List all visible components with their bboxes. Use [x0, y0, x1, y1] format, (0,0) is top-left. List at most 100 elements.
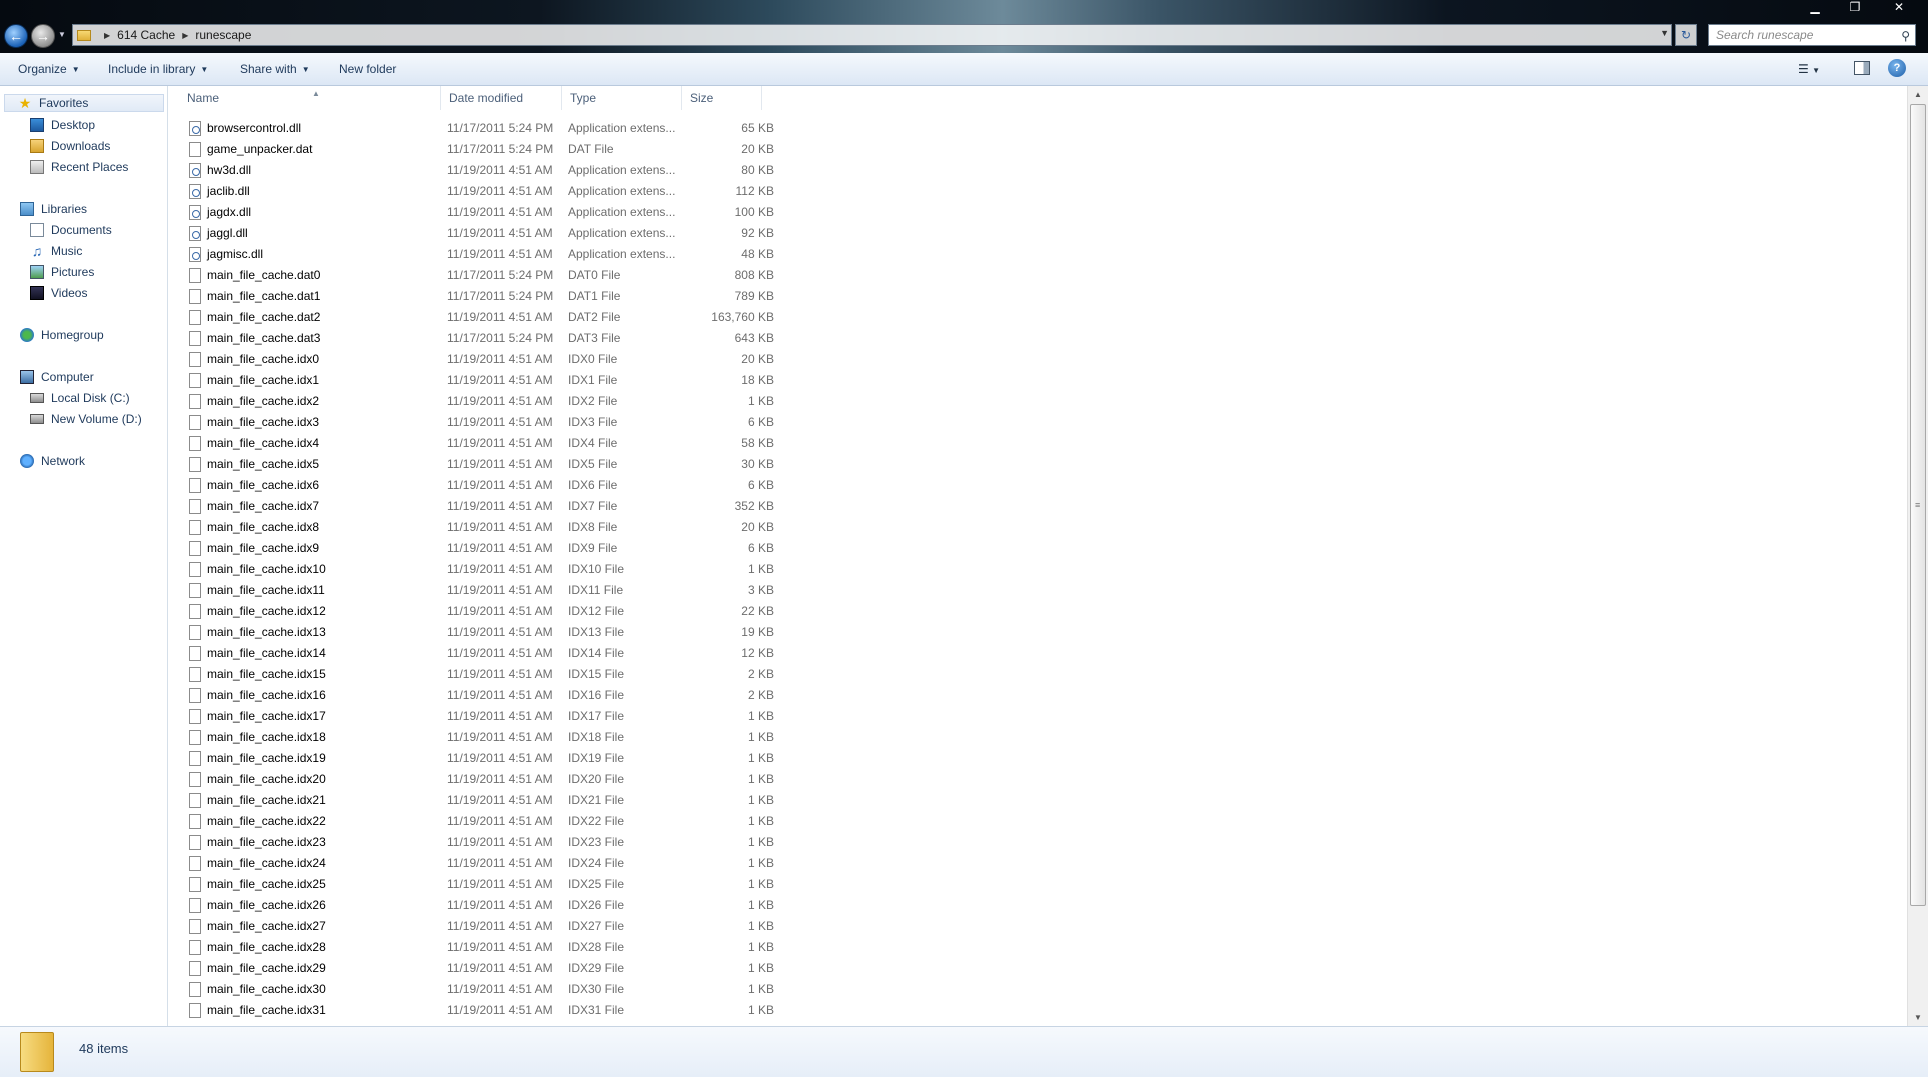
help-button[interactable]: ? — [1888, 59, 1906, 77]
nav-recent-places[interactable]: Recent Places — [30, 158, 128, 176]
file-row[interactable]: main_file_cache.idx23 11/19/2011 4:51 AM I… — [169, 832, 789, 853]
file-row[interactable]: jaclib.dll 11/19/2011 4:51 AM Application … — [169, 181, 789, 202]
file-row[interactable]: main_file_cache.idx30 11/19/2011 4:51 AM I… — [169, 979, 789, 1000]
file-row[interactable]: browsercontrol.dll 11/17/2011 5:24 PM Appl… — [169, 118, 789, 139]
scrollbar-thumb[interactable]: ≡ — [1910, 104, 1926, 906]
file-row[interactable]: main_file_cache.idx2 11/19/2011 4:51 AM ID… — [169, 391, 789, 412]
file-row[interactable]: main_file_cache.idx17 11/19/2011 4:51 AM I… — [169, 706, 789, 727]
nav-music[interactable]: ♫ Music — [30, 242, 83, 260]
minimize-button[interactable]: ▁ — [1796, 0, 1834, 16]
nav-favorites[interactable]: ★ Favorites — [4, 94, 164, 112]
file-size: 1 KB — [747, 730, 774, 744]
file-row[interactable]: main_file_cache.idx4 11/19/2011 4:51 AM ID… — [169, 433, 789, 454]
nav-desktop[interactable]: Desktop — [30, 116, 95, 134]
nav-network[interactable]: Network — [20, 452, 85, 470]
share-with-button[interactable]: Share with ▼ — [240, 62, 310, 76]
change-view-button[interactable]: ☰ ▼ — [1798, 62, 1820, 76]
file-row[interactable]: main_file_cache.dat1 11/17/2011 5:24 PM DA… — [169, 286, 789, 307]
column-header-type[interactable]: Type — [562, 86, 682, 110]
file-row[interactable]: main_file_cache.idx21 11/19/2011 4:51 AM I… — [169, 790, 789, 811]
nav-label: Homegroup — [41, 328, 104, 342]
file-row[interactable]: main_file_cache.idx0 11/19/2011 4:51 AM ID… — [169, 349, 789, 370]
file-row[interactable]: main_file_cache.idx13 11/19/2011 4:51 AM I… — [169, 622, 789, 643]
file-row[interactable]: main_file_cache.idx24 11/19/2011 4:51 AM I… — [169, 853, 789, 874]
file-name: main_file_cache.idx27 — [207, 919, 326, 933]
nav-computer[interactable]: Computer — [20, 368, 94, 386]
nav-downloads[interactable]: Downloads — [30, 137, 110, 155]
file-row[interactable]: main_file_cache.dat2 11/19/2011 4:51 AM DA… — [169, 307, 789, 328]
search-icon[interactable]: ⚲ — [1901, 26, 1910, 46]
file-row[interactable]: main_file_cache.idx27 11/19/2011 4:51 AM I… — [169, 916, 789, 937]
navigation-pane: ★ Favorites Desktop Downloads Recent Plac… — [0, 86, 168, 1026]
file-date-modified: 11/19/2011 4:51 AM — [447, 646, 553, 660]
address-dropdown-icon[interactable]: ▼ — [1660, 28, 1669, 38]
file-name: main_file_cache.dat1 — [207, 289, 321, 303]
nav-homegroup[interactable]: Homegroup — [20, 326, 104, 344]
file-row[interactable]: jaggl.dll 11/19/2011 4:51 AM Application e… — [169, 223, 789, 244]
recent-pages-dropdown[interactable]: ▼ — [58, 30, 66, 39]
breadcrumb-614-cache[interactable]: 614 Cache — [117, 28, 175, 42]
breadcrumb-chevron-icon[interactable]: ▶ — [182, 31, 188, 40]
file-row[interactable]: main_file_cache.idx9 11/19/2011 4:51 AM ID… — [169, 538, 789, 559]
file-row[interactable]: main_file_cache.idx5 11/19/2011 4:51 AM ID… — [169, 454, 789, 475]
file-row[interactable]: main_file_cache.idx1 11/19/2011 4:51 AM ID… — [169, 370, 789, 391]
file-row[interactable]: main_file_cache.idx25 11/19/2011 4:51 AM I… — [169, 874, 789, 895]
file-icon — [189, 667, 201, 682]
file-row[interactable]: main_file_cache.idx12 11/19/2011 4:51 AM I… — [169, 601, 789, 622]
scroll-down-icon[interactable]: ▼ — [1908, 1009, 1928, 1026]
file-row[interactable]: main_file_cache.idx19 11/19/2011 4:51 AM I… — [169, 748, 789, 769]
organize-button[interactable]: Organize ▼ — [18, 62, 80, 76]
breadcrumb-chevron-icon[interactable]: ▶ — [104, 31, 110, 40]
column-header-date[interactable]: Date modified — [441, 86, 562, 110]
nav-pictures[interactable]: Pictures — [30, 263, 94, 281]
scroll-up-icon[interactable]: ▲ — [1908, 86, 1928, 103]
file-row[interactable]: main_file_cache.idx15 11/19/2011 4:51 AM I… — [169, 664, 789, 685]
back-button[interactable]: ← — [4, 24, 28, 48]
file-row[interactable]: main_file_cache.idx26 11/19/2011 4:51 AM I… — [169, 895, 789, 916]
file-row[interactable]: main_file_cache.idx28 11/19/2011 4:51 AM I… — [169, 937, 789, 958]
file-row[interactable]: main_file_cache.idx20 11/19/2011 4:51 AM I… — [169, 769, 789, 790]
address-bar[interactable]: ▶ 614 Cache ▶ runescape ▼ — [72, 24, 1672, 46]
close-button[interactable]: ✕ — [1876, 0, 1922, 16]
file-row[interactable]: main_file_cache.idx3 11/19/2011 4:51 AM ID… — [169, 412, 789, 433]
vertical-scrollbar[interactable]: ▲ ≡ ▼ — [1907, 86, 1928, 1026]
file-type: IDX1 File — [568, 373, 618, 387]
file-row[interactable]: main_file_cache.idx8 11/19/2011 4:51 AM ID… — [169, 517, 789, 538]
refresh-button[interactable]: ↻ — [1675, 24, 1697, 46]
include-in-library-button[interactable]: Include in library ▼ — [108, 62, 208, 76]
file-row[interactable]: main_file_cache.idx31 11/19/2011 4:51 AM I… — [169, 1000, 789, 1021]
forward-button[interactable]: → — [31, 24, 55, 48]
file-row[interactable]: game_unpacker.dat 11/17/2011 5:24 PM DAT F… — [169, 139, 789, 160]
file-row[interactable]: main_file_cache.dat0 11/17/2011 5:24 PM DA… — [169, 265, 789, 286]
column-header-name[interactable]: Name ▲ — [179, 86, 441, 110]
file-row[interactable]: main_file_cache.idx14 11/19/2011 4:51 AM I… — [169, 643, 789, 664]
file-row[interactable]: main_file_cache.idx18 11/19/2011 4:51 AM I… — [169, 727, 789, 748]
file-row[interactable]: jagdx.dll 11/19/2011 4:51 AM Application e… — [169, 202, 789, 223]
nav-new-volume[interactable]: New Volume (D:) — [30, 410, 142, 428]
nav-libraries[interactable]: Libraries — [20, 200, 87, 218]
file-row[interactable]: main_file_cache.idx16 11/19/2011 4:51 AM I… — [169, 685, 789, 706]
file-row[interactable]: main_file_cache.idx11 11/19/2011 4:51 AM I… — [169, 580, 789, 601]
file-row[interactable]: main_file_cache.dat3 11/17/2011 5:24 PM DA… — [169, 328, 789, 349]
nav-documents[interactable]: Documents — [30, 221, 112, 239]
file-name: main_file_cache.idx24 — [207, 856, 326, 870]
file-row[interactable]: main_file_cache.idx7 11/19/2011 4:51 AM ID… — [169, 496, 789, 517]
file-row[interactable]: main_file_cache.idx10 11/19/2011 4:51 AM I… — [169, 559, 789, 580]
file-type: IDX6 File — [568, 478, 618, 492]
file-icon — [189, 646, 201, 661]
column-header-size[interactable]: Size — [682, 86, 762, 110]
file-row[interactable]: main_file_cache.idx22 11/19/2011 4:51 AM I… — [169, 811, 789, 832]
nav-videos[interactable]: Videos — [30, 284, 87, 302]
search-input[interactable]: Search runescape ⚲ — [1708, 24, 1916, 46]
breadcrumb-runescape[interactable]: runescape — [195, 28, 251, 42]
preview-pane-button[interactable] — [1854, 61, 1870, 75]
restore-button[interactable]: ❐ — [1836, 0, 1874, 16]
file-row[interactable]: main_file_cache.idx6 11/19/2011 4:51 AM ID… — [169, 475, 789, 496]
nav-local-disk[interactable]: Local Disk (C:) — [30, 389, 130, 407]
file-row[interactable]: main_file_cache.idx29 11/19/2011 4:51 AM I… — [169, 958, 789, 979]
file-row[interactable]: jagmisc.dll 11/19/2011 4:51 AM Application… — [169, 244, 789, 265]
new-folder-button[interactable]: New folder — [339, 62, 396, 76]
file-size: 1 KB — [747, 835, 774, 849]
file-row[interactable]: hw3d.dll 11/19/2011 4:51 AM Application ex… — [169, 160, 789, 181]
file-size: 808 KB — [734, 268, 774, 282]
